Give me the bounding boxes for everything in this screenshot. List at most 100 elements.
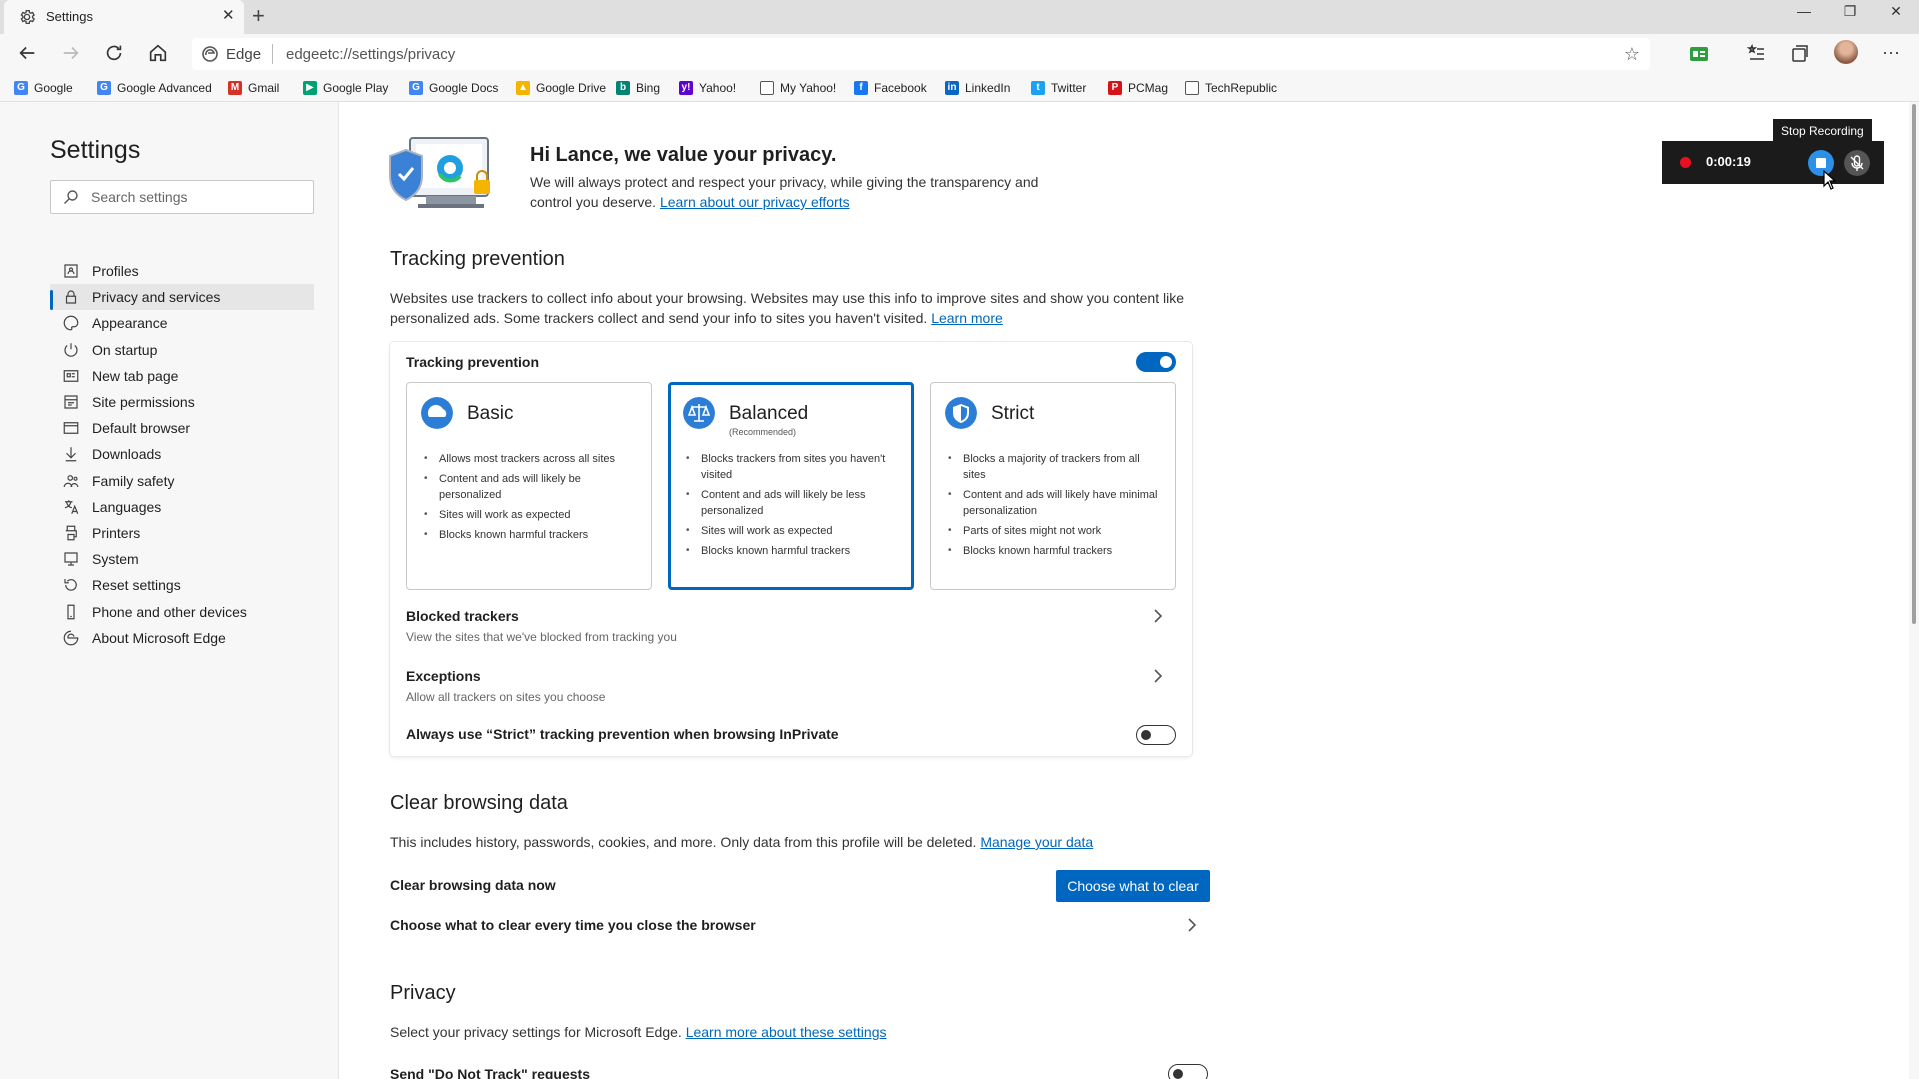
tab-settings[interactable]: Settings ✕ xyxy=(4,0,244,34)
favorite-label: TechRepublic xyxy=(1205,81,1278,95)
privacy-learn-more-link[interactable]: Learn more about these settings xyxy=(686,1024,887,1040)
power-icon xyxy=(64,342,78,357)
exceptions-title[interactable]: Exceptions xyxy=(406,668,481,684)
collections-icon[interactable] xyxy=(1789,43,1811,65)
chevron-right-icon[interactable] xyxy=(1152,608,1164,624)
refresh-button[interactable] xyxy=(103,42,129,66)
page-scrollbar[interactable] xyxy=(1909,102,1919,1079)
clear-on-close-label[interactable]: Choose what to clear every time you clos… xyxy=(390,917,756,933)
window-close-button[interactable]: ✕ xyxy=(1873,0,1919,24)
option-bullet: Blocks known harmful trackers xyxy=(683,543,903,559)
scrollbar-thumb[interactable] xyxy=(1912,104,1916,624)
option-bullet: Parts of sites might not work xyxy=(945,523,1165,539)
favorite-favicon-icon xyxy=(760,81,774,95)
favorite-item[interactable]: G Google Docs xyxy=(409,79,498,97)
home-button[interactable] xyxy=(147,42,173,66)
inprivate-strict-toggle[interactable] xyxy=(1136,725,1176,745)
tracking-description-text: Websites use trackers to collect info ab… xyxy=(390,290,1184,326)
search-settings-input[interactable] xyxy=(91,187,301,207)
favorite-item[interactable]: G Google xyxy=(14,79,73,97)
phone-icon xyxy=(67,604,75,619)
favorite-item[interactable]: M Gmail xyxy=(228,79,279,97)
tracking-learn-more-link[interactable]: Learn more xyxy=(931,310,1003,326)
address-url[interactable]: edgeetc://settings/privacy xyxy=(286,46,455,63)
privacy-greeting: Hi Lance, we value your privacy. xyxy=(530,144,837,166)
sidebar-item[interactable]: On startup xyxy=(50,337,314,363)
sidebar-item[interactable]: Downloads xyxy=(50,441,314,467)
forward-arrow-icon xyxy=(63,46,79,60)
sidebar-item[interactable]: Default browser xyxy=(50,415,314,441)
edge-icon xyxy=(63,630,79,646)
tracking-option-balanced[interactable]: Balanced (Recommended) Blocks trackers f… xyxy=(668,382,914,590)
address-divider xyxy=(272,44,273,64)
search-settings-box[interactable] xyxy=(50,180,314,214)
chevron-right-icon[interactable] xyxy=(1186,917,1198,933)
favorite-item[interactable]: P PCMag xyxy=(1108,79,1168,97)
favorite-item[interactable]: f Facebook xyxy=(854,79,927,97)
sidebar-item-label: Downloads xyxy=(92,446,162,463)
favorite-item[interactable]: b Bing xyxy=(616,79,660,97)
option-bullet: Content and ads will likely have minimal… xyxy=(945,487,1165,519)
option-bullets: Blocks a majority of trackers from all s… xyxy=(945,451,1165,563)
favorite-star-icon[interactable]: ☆ xyxy=(1624,44,1640,65)
sidebar-item-label: About Microsoft Edge xyxy=(92,629,226,646)
favorite-item[interactable]: ▶ Google Play xyxy=(303,79,388,97)
profile-icon xyxy=(64,264,78,278)
favorite-label: Facebook xyxy=(874,81,927,95)
sidebar-item-label: Site permissions xyxy=(92,394,195,410)
address-bar[interactable]: Edge edgeetc://settings/privacy ☆ xyxy=(192,38,1650,70)
mic-muted-icon[interactable] xyxy=(1844,150,1870,176)
sidebar-item[interactable]: System xyxy=(50,546,314,572)
do-not-track-toggle[interactable] xyxy=(1168,1064,1208,1079)
favorite-label: LinkedIn xyxy=(965,81,1011,95)
favorite-item[interactable]: t Twitter xyxy=(1031,79,1086,97)
favorite-favicon-icon: f xyxy=(854,81,868,95)
tab-strip: Settings ✕ + — ❐ ✕ xyxy=(0,0,1919,34)
favorite-label: Bing xyxy=(636,81,661,95)
favorite-item[interactable]: ▲ Google Drive xyxy=(516,79,606,97)
sidebar-item[interactable]: Phone and other devices xyxy=(50,599,314,625)
tracking-heading: Tracking prevention xyxy=(390,248,565,270)
chevron-right-icon[interactable] xyxy=(1152,668,1164,684)
profile-avatar[interactable] xyxy=(1834,40,1858,64)
privacy-description-text: Select your privacy settings for Microso… xyxy=(390,1024,682,1040)
collections-extension-icon[interactable] xyxy=(1688,43,1710,65)
favorite-item[interactable]: y! Yahoo! xyxy=(679,79,736,97)
tracking-description: Websites use trackers to collect info ab… xyxy=(390,288,1190,328)
tab-close-button[interactable]: ✕ xyxy=(222,8,235,24)
sidebar-item[interactable]: Languages xyxy=(50,494,314,520)
sidebar-item[interactable]: About Microsoft Edge xyxy=(50,625,314,651)
tracking-option-strict[interactable]: Strict Blocks a majority of trackers fro… xyxy=(930,382,1176,590)
favorite-item[interactable]: TechRepublic xyxy=(1185,79,1277,97)
privacy-efforts-link[interactable]: Learn about our privacy efforts xyxy=(660,194,850,210)
sidebar-item[interactable]: Site permissions xyxy=(50,389,314,415)
favorites-list-icon[interactable] xyxy=(1745,43,1767,65)
choose-what-to-clear-button[interactable]: Choose what to clear xyxy=(1056,870,1210,902)
minimize-button[interactable]: — xyxy=(1781,0,1827,24)
option-recommended: (Recommended) xyxy=(729,427,797,437)
forward-button[interactable] xyxy=(60,42,86,66)
sidebar-item[interactable]: Printers xyxy=(50,520,314,546)
language-icon xyxy=(64,500,79,514)
sidebar-item[interactable]: Privacy and services xyxy=(50,284,314,311)
blocked-trackers-title[interactable]: Blocked trackers xyxy=(406,608,519,624)
favorite-item[interactable]: in LinkedIn xyxy=(945,79,1010,97)
more-menu-button[interactable]: ··· xyxy=(1882,43,1904,65)
manage-your-data-link[interactable]: Manage your data xyxy=(980,834,1093,850)
toggle-knob xyxy=(1141,730,1151,740)
sidebar-item-label: New tab page xyxy=(92,367,179,384)
sidebar-item[interactable]: Family safety xyxy=(50,468,314,494)
favorite-favicon-icon: P xyxy=(1108,81,1122,95)
tracking-prevention-toggle[interactable] xyxy=(1136,352,1176,372)
back-button[interactable] xyxy=(16,42,42,66)
sidebar-item[interactable]: Profiles xyxy=(50,258,314,284)
restore-button[interactable]: ❐ xyxy=(1827,0,1873,24)
new-tab-button[interactable]: + xyxy=(252,4,265,28)
favorite-item[interactable]: G Google Advanced xyxy=(97,79,212,97)
sidebar-item[interactable]: Appearance xyxy=(50,310,314,336)
tracking-option-basic[interactable]: Basic Allows most trackers across all si… xyxy=(406,382,652,590)
favorite-item[interactable]: My Yahoo! xyxy=(760,79,836,97)
sidebar-item[interactable]: Reset settings xyxy=(50,572,314,598)
sidebar-item[interactable]: New tab page xyxy=(50,363,314,389)
option-name: Balanced xyxy=(729,403,809,424)
